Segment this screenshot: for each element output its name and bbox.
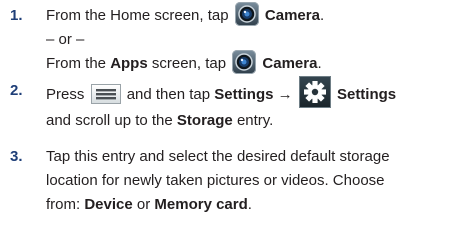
step-text: From the Home screen, tap <box>46 7 229 24</box>
camera-label: Camera <box>262 55 318 73</box>
punct: . <box>319 7 325 24</box>
step-text: and then tap <box>126 85 211 103</box>
step-number: 1. <box>10 7 23 24</box>
step-text: From the <box>46 55 107 73</box>
camera-label: Camera <box>264 7 320 24</box>
memory-card-option: Memory card <box>154 196 248 213</box>
step-text: Press <box>46 85 85 103</box>
step-2: 2. Press and then tap Settings → Setting… <box>6 76 451 133</box>
step-text: and scroll up to the <box>46 112 173 129</box>
step-2-line-2: and scroll up to the Storage entry. <box>46 109 451 133</box>
step-text: or <box>136 196 151 213</box>
camera-icon <box>232 50 257 75</box>
step-number: 2. <box>10 82 23 99</box>
menu-icon <box>90 84 121 104</box>
step-text: screen, tap <box>151 55 227 73</box>
step-2-line-1: Press and then tap Settings → Settings <box>46 76 451 109</box>
or-separator: – or – <box>46 31 85 49</box>
punct: . <box>317 55 322 73</box>
settings-gear-icon <box>298 76 331 108</box>
step-1-line-3: From the Apps screen, tap Camera. <box>46 50 451 76</box>
storage-label: Storage <box>176 112 233 129</box>
step-3-line-3: from: Device or Memory card. <box>46 193 451 217</box>
step-text: from: <box>46 196 81 213</box>
device-option: Device <box>84 196 133 213</box>
step-1-line-1: From the Home screen, tap Camera. <box>46 2 451 28</box>
camera-icon <box>234 2 259 27</box>
step-3-line-2: location for newly taken pictures or vid… <box>46 172 385 189</box>
step-3-line-1: Tap this entry and select the desired de… <box>46 148 390 165</box>
step-number: 3. <box>10 148 23 165</box>
step-3: 3. Tap this entry and select the desired… <box>6 145 451 217</box>
punct: . <box>247 196 252 213</box>
step-text: entry. <box>236 112 274 129</box>
settings-label: Settings → <box>214 85 293 103</box>
settings-label: Settings <box>336 85 397 103</box>
step-1: 1. From the Home screen, tap Camera. – o… <box>6 2 451 79</box>
instruction-steps: 1. From the Home screen, tap Camera. – o… <box>6 2 451 217</box>
apps-label: Apps <box>110 55 148 73</box>
